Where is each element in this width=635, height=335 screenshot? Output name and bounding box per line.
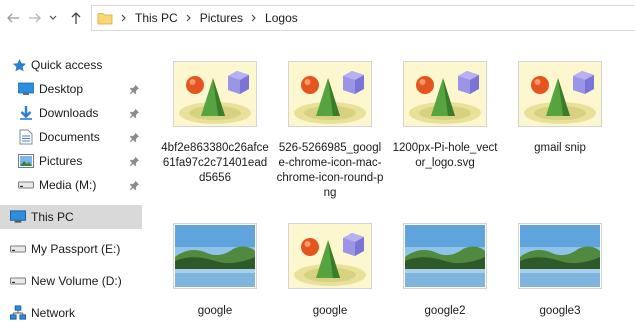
sidebar-item-label: Quick access [31, 58, 103, 72]
sidebar-item-documents[interactable]: Documents [0, 125, 142, 149]
documents-icon [18, 129, 34, 145]
file-name: google [312, 305, 348, 317]
image-thumbnail-icon [288, 61, 372, 127]
sidebar-item-this-pc[interactable]: This PC [0, 205, 142, 229]
network-icon [10, 305, 26, 321]
sidebar-item-downloads[interactable]: Downloads [0, 101, 142, 125]
address-bar[interactable]: This PC Pictures Logos [91, 5, 635, 31]
pin-icon[interactable] [128, 155, 140, 167]
address-toolbar: This PC Pictures Logos [0, 0, 635, 36]
sidebar-item-new-volume[interactable]: New Volume (D:) [0, 269, 142, 293]
sidebar-item-quick-access[interactable]: Quick access [0, 53, 142, 77]
pin-icon[interactable] [128, 83, 140, 95]
breadcrumb: This PC Pictures Logos [116, 6, 301, 30]
sidebar-item-label: My Passport (E:) [31, 242, 121, 256]
file-name: google [197, 305, 233, 317]
file-name: 1200px-Pi-hole_vector_logo.svg [392, 142, 498, 169]
drive-icon [10, 241, 26, 257]
image-thumbnail-icon [173, 61, 257, 127]
chevron-right-icon [181, 14, 197, 22]
computer-icon [10, 209, 26, 225]
navigation-pane: Quick access Desktop Downloads Documents… [0, 36, 144, 335]
drive-icon [18, 177, 34, 193]
breadcrumb-this-pc[interactable]: This PC [132, 11, 181, 25]
pin-icon[interactable] [128, 107, 140, 119]
forward-button[interactable] [26, 9, 44, 27]
pin-icon[interactable] [128, 179, 140, 191]
chevron-down-icon [49, 15, 57, 20]
sidebar-item-my-passport[interactable]: My Passport (E:) [0, 237, 142, 261]
sidebar-item-label: This PC [31, 210, 74, 224]
sidebar-item-label: Documents [39, 130, 100, 144]
back-arrow-icon [7, 13, 19, 23]
sidebar-item-label: Network [31, 306, 76, 320]
file-name: 526-5266985_google-chrome-icon-mac-chrom… [276, 142, 384, 199]
recent-locations-button[interactable] [47, 9, 59, 27]
file-name: gmail snip [534, 142, 586, 154]
up-arrow-icon [71, 12, 81, 24]
file-name: google3 [539, 305, 581, 317]
sidebar-item-label: Downloads [39, 106, 99, 120]
drive-icon [10, 273, 26, 289]
file-list: 4bf2e863380c26afce61fa97c2c71401eadd5656… [144, 36, 635, 335]
landscape-thumbnail-icon [173, 223, 257, 289]
landscape-thumbnail-icon [518, 223, 602, 289]
image-thumbnail-icon [288, 223, 372, 289]
folder-icon [97, 10, 113, 29]
pictures-icon [18, 153, 34, 169]
sidebar-item-label: Media (M:) [39, 178, 97, 192]
sidebar-item-pictures[interactable]: Pictures [0, 149, 142, 173]
chevron-right-icon [246, 14, 262, 22]
sidebar-item-media-drive[interactable]: Media (M:) [0, 173, 142, 197]
pin-icon[interactable] [128, 131, 140, 143]
desktop-icon [18, 81, 34, 97]
sidebar-item-label: Pictures [39, 154, 83, 168]
sidebar-item-label: New Volume (D:) [31, 274, 122, 288]
sidebar-item-network[interactable]: Network [0, 301, 142, 325]
image-thumbnail-icon [518, 61, 602, 127]
breadcrumb-pictures[interactable]: Pictures [197, 11, 246, 25]
download-icon [18, 105, 34, 121]
sidebar-item-label: Desktop [39, 82, 84, 96]
forward-arrow-icon [29, 13, 41, 23]
sidebar-item-desktop[interactable]: Desktop [0, 77, 142, 101]
chevron-right-icon [116, 14, 132, 22]
star-icon [11, 57, 27, 73]
back-button[interactable] [4, 9, 22, 27]
image-thumbnail-icon [403, 61, 487, 127]
file-name: 4bf2e863380c26afce61fa97c2c71401eadd5656 [161, 142, 269, 184]
landscape-thumbnail-icon [403, 223, 487, 289]
breadcrumb-logos[interactable]: Logos [262, 11, 301, 25]
file-name: google2 [424, 305, 466, 317]
up-button[interactable] [67, 9, 85, 27]
